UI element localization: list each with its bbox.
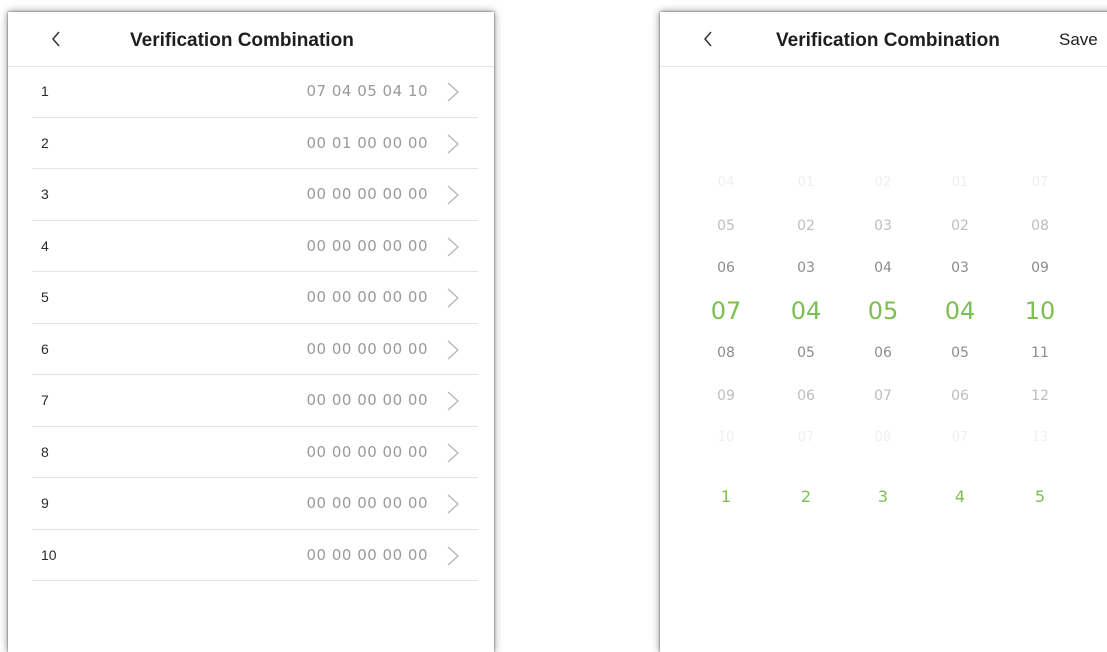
title-bar: Verification Combination Save [660, 12, 1107, 67]
list-row[interactable]: 3 00 00 00 00 00 [32, 169, 478, 221]
picker-value: 03 [951, 260, 969, 276]
chevron-right-icon [447, 443, 459, 462]
picker-value: 07 [797, 430, 815, 445]
chevron-right-icon [447, 185, 459, 205]
chevron-right-icon [447, 340, 459, 359]
picker-value: 09 [717, 387, 735, 404]
picker-column-label: 3 [877, 487, 889, 506]
row-value: 00 00 00 00 00 [306, 494, 428, 512]
combination-editor-screen: Verification Combination Save 04 05 06 07 08… [660, 12, 1107, 652]
picker-value: 02 [797, 217, 815, 234]
picker-selected-value: 10 [1024, 296, 1056, 325]
save-button[interactable]: Save [1059, 12, 1098, 66]
row-value: 00 00 00 00 00 [306, 545, 428, 564]
chevron-right-icon [447, 82, 459, 102]
picker-selected-value: 05 [867, 296, 899, 325]
picker-column-1[interactable]: 04 05 06 07 08 09 10 [696, 162, 756, 460]
row-index: 2 [41, 134, 49, 151]
page-title: Verification Combination [130, 30, 354, 51]
picker-value: 11 [1031, 345, 1049, 361]
row-value: 00 01 00 00 00 [306, 133, 428, 152]
picker-value: 09 [1031, 260, 1049, 276]
combination-list: 1 07 04 05 04 10 2 00 01 00 00 00 3 00 00 00 … [32, 66, 478, 581]
picker-value: 10 [717, 430, 735, 445]
picker-value: 04 [874, 260, 892, 276]
picker-column-5[interactable]: 07 08 09 10 11 12 13 [1010, 162, 1070, 460]
chevron-right-icon [447, 237, 459, 256]
row-value: 07 04 05 04 10 [306, 82, 428, 100]
row-index: 7 [41, 392, 49, 408]
row-index: 8 [41, 443, 49, 460]
picker-value: 02 [951, 217, 969, 234]
picker-value: 06 [874, 345, 892, 361]
row-index: 4 [41, 237, 49, 254]
picker-value: 06 [797, 387, 815, 404]
verification-list-screen: Verification Combination 1 07 04 05 04 10… [8, 12, 494, 652]
picker-column-label: 2 [800, 487, 812, 506]
picker-value: 01 [951, 175, 969, 190]
picker-selected-value: 04 [944, 296, 976, 325]
title-bar: Verification Combination [8, 12, 494, 67]
back-chevron-icon[interactable] [44, 27, 68, 51]
picker-value: 08 [874, 430, 892, 445]
list-row[interactable]: 5 00 00 00 00 00 [32, 272, 478, 324]
list-row[interactable]: 9 00 00 00 00 00 [32, 478, 478, 530]
row-value: 00 00 00 00 00 [306, 391, 428, 409]
picker-selected-value: 04 [790, 296, 822, 325]
chevron-right-icon [447, 391, 459, 411]
picker-value: 07 [951, 430, 969, 445]
picker-column-label: 1 [720, 487, 732, 506]
chevron-right-icon [447, 494, 459, 514]
picker-value: 05 [951, 345, 969, 361]
list-row[interactable]: 10 00 00 00 00 00 [32, 530, 478, 581]
row-value: 00 00 00 00 00 [306, 288, 428, 306]
picker-value: 07 [1031, 175, 1049, 190]
picker-value: 13 [1031, 430, 1049, 445]
picker-value: 12 [1031, 387, 1049, 404]
row-index: 3 [41, 186, 49, 202]
picker-column-label: 5 [1034, 487, 1046, 506]
picker-value: 03 [874, 217, 892, 234]
row-index: 5 [41, 289, 49, 305]
picker-value: 06 [951, 387, 969, 404]
picker-column-label: 4 [954, 487, 966, 506]
picker-selected-value: 07 [710, 296, 742, 325]
back-chevron-icon[interactable] [696, 27, 720, 51]
row-value: 00 00 00 00 00 [306, 339, 428, 358]
picker-value: 08 [1031, 217, 1049, 234]
row-index: 1 [41, 83, 49, 99]
list-row[interactable]: 1 07 04 05 04 10 [32, 66, 478, 118]
page-title: Verification Combination [776, 30, 1000, 51]
chevron-right-icon [447, 288, 459, 308]
picker-column-4[interactable]: 01 02 03 04 05 06 07 [930, 162, 990, 460]
picker-value: 02 [874, 175, 892, 190]
chevron-right-icon [447, 134, 459, 153]
list-row[interactable]: 7 00 00 00 00 00 [32, 375, 478, 427]
picker-column-3[interactable]: 02 03 04 05 06 07 08 [853, 162, 913, 460]
chevron-right-icon [447, 546, 459, 565]
row-index: 9 [41, 495, 49, 511]
row-index: 10 [41, 546, 57, 563]
number-picker: 04 05 06 07 08 09 10 01 02 03 04 05 06 07 02 03 04 05 06 07… [696, 162, 1086, 445]
row-value: 00 00 00 00 00 [306, 185, 428, 203]
list-row[interactable]: 8 00 00 00 00 00 [32, 427, 478, 478]
list-row[interactable]: 4 00 00 00 00 00 [32, 221, 478, 272]
picker-value: 08 [717, 345, 735, 361]
picker-column-2[interactable]: 01 02 03 04 05 06 07 [776, 162, 836, 460]
picker-value: 06 [717, 260, 735, 276]
picker-value: 03 [797, 260, 815, 276]
picker-value: 04 [717, 175, 735, 190]
picker-column-labels: 1 2 3 4 5 [696, 487, 1086, 517]
row-value: 00 00 00 00 00 [306, 442, 428, 461]
picker-value: 05 [717, 217, 735, 234]
row-index: 6 [41, 340, 49, 357]
row-value: 00 00 00 00 00 [306, 236, 428, 255]
list-row[interactable]: 6 00 00 00 00 00 [32, 324, 478, 375]
picker-value: 07 [874, 387, 892, 404]
picker-value: 01 [797, 175, 815, 190]
picker-value: 05 [797, 345, 815, 361]
list-row[interactable]: 2 00 01 00 00 00 [32, 118, 478, 169]
